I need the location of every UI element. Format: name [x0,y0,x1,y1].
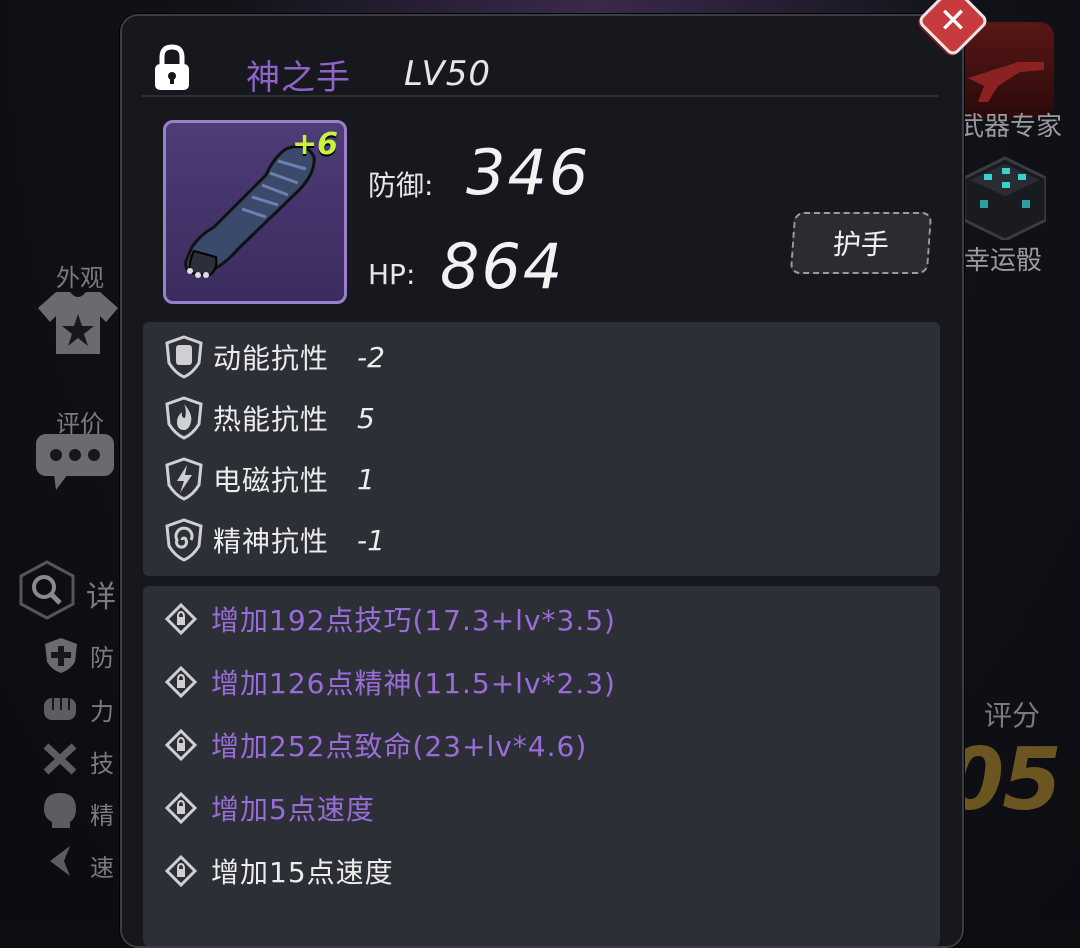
affix-bullet-icon [165,603,197,635]
tshirt-icon [38,292,118,354]
affix-row: 增加192点技巧(17.3+lv*3.5) [165,594,616,644]
brain-head-icon [44,793,76,828]
affix-bullet-icon [165,666,197,698]
lock-icon[interactable] [152,44,192,92]
weapon-expert-label: 武器专家 [958,112,1063,142]
item-icon-frame: +6 [163,120,347,304]
affix-bullet-icon [165,792,197,824]
bg-label-defense: 防 [90,644,114,672]
resistance-row: 热能抗性 5 [165,393,375,443]
lightning-shield-icon [165,457,203,501]
close-button[interactable]: ✕ [916,0,990,58]
item-level: LV50 [404,54,491,94]
fist-icon [44,698,76,720]
resistance-row: 动能抗性 -2 [165,332,385,382]
affix-panel: 增加192点技巧(17.3+lv*3.5) 增加126点精神(11.5+lv*2… [143,586,940,946]
bg-label-spirit: 精 [90,802,114,830]
defense-label: 防御: [368,169,434,202]
affix-row: 增加5点速度 [165,783,375,833]
affix-row: 增加126点精神(11.5+lv*2.3) [165,657,616,707]
flame-shield-icon [165,396,203,440]
hp-label: HP: [368,258,416,291]
bg-label-power: 力 [90,698,114,726]
item-name: 神之手 [246,58,351,98]
fist-shield-icon [165,335,203,379]
chat-bubble-icon [36,434,114,490]
tools-icon [43,743,77,775]
affix-bullet-icon [165,729,197,761]
bg-label-detail: 详 [86,580,116,615]
close-icon: ✕ [938,1,968,41]
resistance-panel: 动能抗性 -2 热能抗性 5 电磁抗性 1 精神抗性 -1 [143,322,940,576]
spiral-shield-icon [165,518,203,562]
enhance-level: +6 [291,127,338,162]
hp-value: 864 [440,230,565,303]
shield-cross-icon [45,638,77,673]
defense-value: 346 [466,136,591,209]
search-icon [19,560,75,620]
affix-row: 增加252点致命(23+lv*4.6) [165,720,587,770]
score-label: 评分 [983,699,1040,732]
affix-bullet-icon [165,855,197,887]
bg-label-skill: 技 [90,750,114,778]
bg-label-speed: 速 [90,854,114,882]
lucky-dice-icon[interactable] [962,156,1046,240]
resistance-row: 精神抗性 -1 [165,515,385,565]
lucky-dice-label: 幸运骰 [964,246,1043,276]
title-divider [142,95,938,97]
resistance-row: 电磁抗性 1 [165,454,375,504]
speed-icon [50,846,70,876]
equipment-type-tag: 护手 [789,212,933,274]
affix-row: 增加15点速度 [165,846,394,896]
